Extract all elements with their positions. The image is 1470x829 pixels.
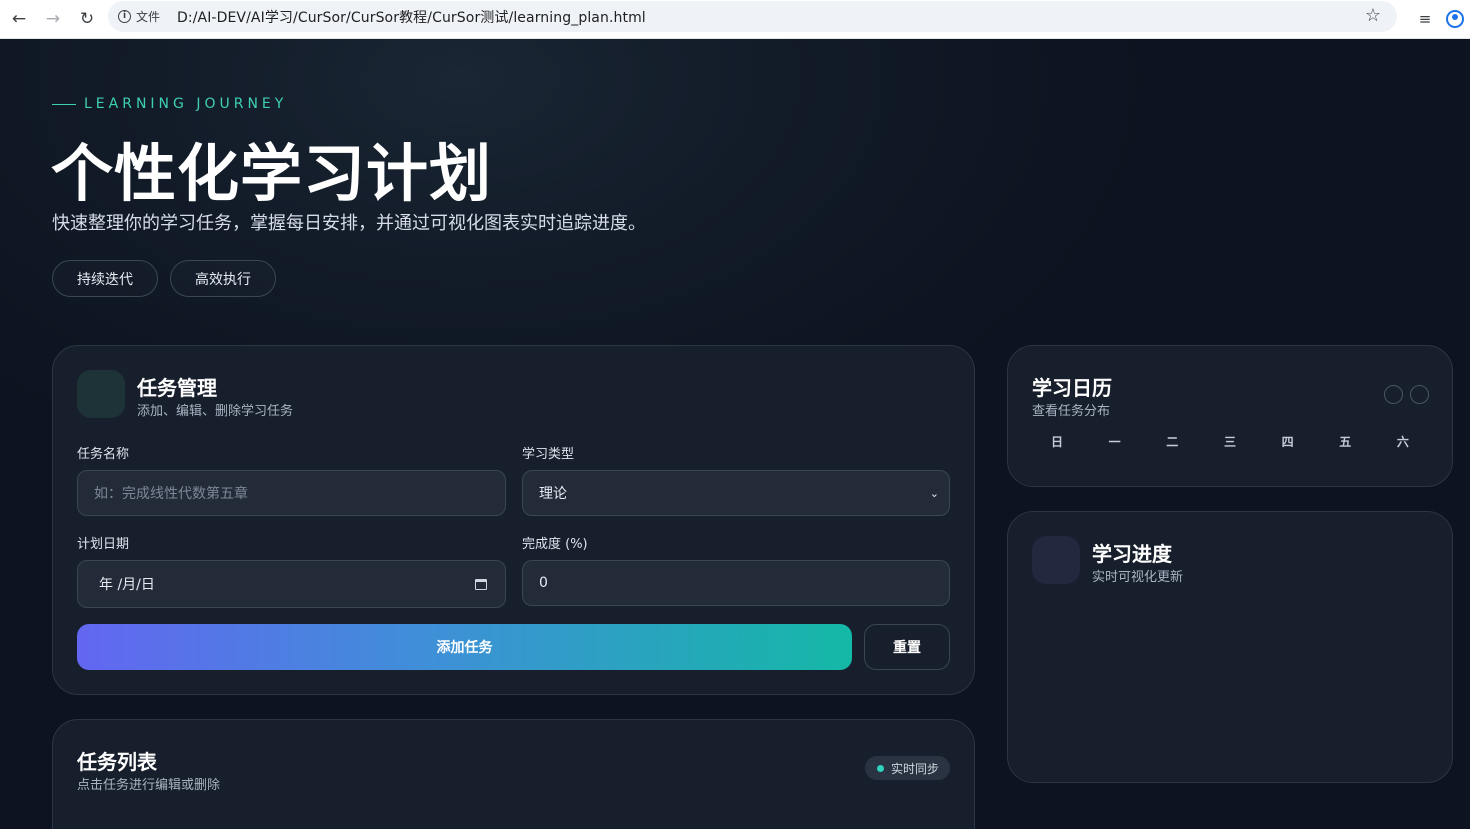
reload-icon: ↻ (79, 9, 95, 29)
add-task-button[interactable]: 添加任务 (77, 624, 852, 670)
weekday-tue: 二 (1166, 435, 1179, 449)
hero-eyebrow: LEARNING JOURNEY (52, 96, 287, 112)
page-subtitle: 快速整理你的学习任务，掌握每日安排，并通过可视化图表实时追踪进度。 (52, 213, 646, 234)
sync-dot-icon (876, 764, 884, 772)
info-icon: i (118, 10, 131, 23)
arrow-right-icon: → (45, 9, 61, 29)
site-info-label: 文件 (136, 10, 161, 24)
forward-button[interactable]: → (38, 4, 68, 34)
progress-input[interactable]: 0 (522, 560, 950, 606)
weekday-sat: 六 (1396, 435, 1409, 449)
weekday-mon: 一 (1108, 435, 1121, 449)
address-bar[interactable]: i 文件 D:/AI-DEV/AI学习/CurSor/CurSor教程/CurS… (108, 1, 1397, 32)
profile-icon (1446, 10, 1464, 28)
reading-list-icon[interactable]: ≡ (1410, 5, 1440, 33)
plan-date-value: 年 /月/日 (99, 577, 155, 593)
plan-date-label: 计划日期 (77, 537, 130, 552)
weekday-sun: 日 (1050, 435, 1063, 449)
back-button[interactable]: ← (4, 4, 34, 34)
weekday-fri: 五 (1339, 435, 1352, 449)
task-name-input[interactable]: 如：完成线性代数第五章 (77, 470, 506, 516)
pill-execute: 高效执行 (170, 260, 276, 297)
weekday-wed: 三 (1223, 435, 1236, 449)
progress-icon (1032, 536, 1080, 584)
eyebrow-line (52, 103, 76, 105)
task-list-card: 任务列表 点击任务进行编辑或删除 实时同步 (52, 719, 975, 829)
bookmark-star-icon[interactable]: ☆ (1365, 5, 1381, 26)
profile-button[interactable] (1440, 5, 1470, 33)
page: LEARNING JOURNEY 个性化学习计划 快速整理你的学习任务，掌握每日… (0, 39, 1470, 829)
calendar-title: 学习日历 (1032, 376, 1112, 400)
progress-card: 学习进度 实时可视化更新 (1007, 511, 1453, 783)
sync-status-badge: 实时同步 (864, 756, 950, 780)
task-list-subtitle: 点击任务进行编辑或删除 (77, 778, 221, 793)
url-text[interactable]: D:/AI-DEV/AI学习/CurSor/CurSor教程/CurSor测试/… (177, 7, 646, 27)
task-name-label: 任务名称 (77, 447, 130, 462)
eyebrow-text: LEARNING JOURNEY (84, 96, 288, 112)
sync-status-text: 实时同步 (890, 761, 939, 776)
progress-title: 学习进度 (1092, 542, 1172, 566)
browser-toolbar: ← → ↻ i 文件 D:/AI-DEV/AI学习/CurSor/CurSor教… (0, 0, 1470, 39)
study-type-label: 学习类型 (522, 447, 575, 462)
chevron-down-icon: ⌄ (929, 486, 939, 500)
pill-iterate: 持续迭代 (52, 260, 158, 297)
calendar-weekdays: 日 一 二 三 四 五 六 (1032, 433, 1428, 450)
plan-date-input[interactable]: 年 /月/日 (77, 560, 506, 608)
calendar-next-button[interactable] (1410, 385, 1429, 404)
calendar-prev-button[interactable] (1384, 385, 1403, 404)
reload-button[interactable]: ↻ (72, 4, 102, 34)
progress-label: 完成度 (%) (522, 537, 588, 552)
arrow-left-icon: ← (11, 9, 27, 29)
calendar-subtitle: 查看任务分布 (1032, 404, 1111, 419)
task-manager-icon (77, 370, 125, 418)
site-info-chip[interactable]: i 文件 (118, 8, 160, 25)
study-type-value: 理论 (539, 486, 567, 502)
study-type-select[interactable]: 理论 ⌄ (522, 470, 950, 516)
calendar-icon[interactable] (475, 578, 487, 590)
reset-button[interactable]: 重置 (864, 624, 950, 670)
task-manager-card: 任务管理 添加、编辑、删除学习任务 任务名称 如：完成线性代数第五章 学习类型 … (52, 345, 975, 695)
task-manager-subtitle: 添加、编辑、删除学习任务 (137, 404, 294, 419)
weekday-thu: 四 (1281, 435, 1294, 449)
progress-subtitle: 实时可视化更新 (1092, 570, 1184, 585)
page-title: 个性化学习计划 (51, 137, 493, 210)
calendar-card: 学习日历 查看任务分布 日 一 二 三 四 五 六 (1007, 345, 1453, 487)
hero-pills: 持续迭代 高效执行 (52, 260, 276, 297)
task-manager-title: 任务管理 (137, 376, 217, 400)
task-list-title: 任务列表 (77, 750, 157, 774)
